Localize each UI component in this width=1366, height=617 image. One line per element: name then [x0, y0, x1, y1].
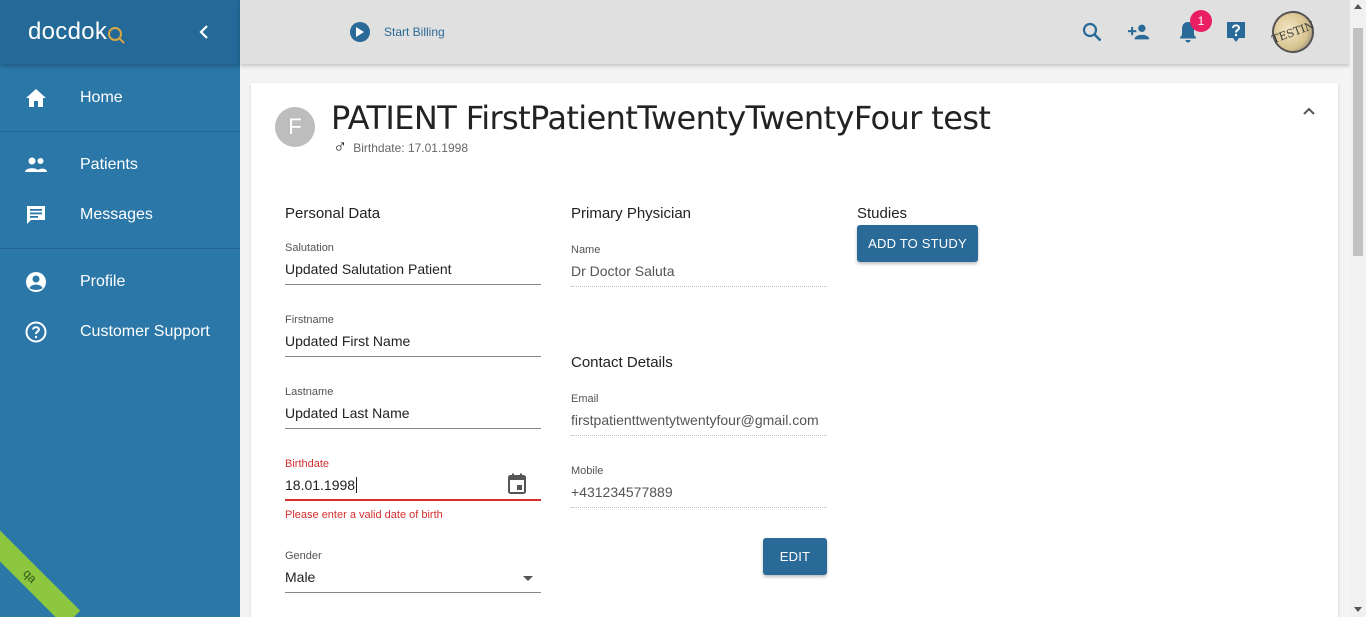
play-icon	[350, 22, 370, 42]
divider	[0, 131, 240, 132]
sidebar-item-label: Customer Support	[80, 323, 210, 340]
birthdate-value: 18.01.1998	[285, 477, 356, 493]
patient-name-title: PATIENT FirstPatientTwentyTwentyFour tes…	[331, 99, 991, 137]
lastname-label: Lastname	[285, 386, 334, 398]
sidebar-item-profile[interactable]: Profile	[0, 257, 240, 307]
logo-magnifier-icon	[108, 27, 123, 41]
contact-details-title: Contact Details	[571, 354, 673, 371]
gender-selected-value: Male	[285, 569, 316, 585]
salutation-field[interactable]: Salutation Updated Salutation Patient	[285, 242, 541, 285]
chevron-up-icon	[1303, 107, 1315, 115]
gender-field[interactable]: Gender Male	[285, 550, 541, 593]
scroll-up-arrow-icon[interactable]	[1354, 4, 1362, 9]
sidebar-item-label: Messages	[80, 206, 153, 223]
start-billing-button[interactable]: Start Billing	[350, 22, 445, 42]
mobile-label: Mobile	[571, 465, 604, 477]
sidebar-header: docdok	[0, 0, 240, 64]
chevron-left-icon	[199, 25, 208, 39]
salutation-label: Salutation	[285, 242, 334, 254]
salutation-input[interactable]: Updated Salutation Patient	[285, 261, 541, 285]
account-circle-icon	[24, 270, 48, 294]
sidebar-item-label: Patients	[80, 156, 138, 173]
divider	[0, 248, 240, 249]
start-billing-label: Start Billing	[384, 25, 445, 39]
add-person-icon[interactable]	[1128, 20, 1152, 44]
dropdown-arrow-icon	[523, 576, 533, 581]
firstname-label: Firstname	[285, 314, 334, 326]
physician-name-value: Dr Doctor Saluta	[571, 263, 827, 287]
birthdate-label: Birthdate	[285, 458, 330, 470]
birthdate-input[interactable]: 18.01.1998	[285, 473, 541, 501]
page-scrollbar[interactable]	[1350, 0, 1366, 617]
topbar: Start Billing 1 TESTIN	[240, 0, 1350, 64]
sidebar-item-label: Home	[80, 89, 123, 106]
patient-birthdate: Birthdate: 17.01.1998	[353, 141, 469, 155]
sidebar-item-messages[interactable]: Messages	[0, 190, 240, 240]
patient-card: F PATIENT FirstPatientTwentyTwentyFour t…	[251, 83, 1338, 617]
sidebar-item-label: Profile	[80, 273, 126, 290]
personal-data-title: Personal Data	[285, 205, 381, 222]
gender-select[interactable]: Male	[285, 569, 541, 593]
help-icon[interactable]	[1224, 20, 1248, 44]
calendar-icon[interactable]	[507, 473, 527, 498]
add-to-study-button[interactable]: ADD TO STUDY	[857, 225, 978, 262]
patient-subtitle: ♂ Birthdate: 17.01.1998	[333, 137, 469, 158]
collapse-sidebar-button[interactable]	[194, 19, 214, 45]
notifications-bell-icon[interactable]: 1	[1176, 10, 1212, 44]
text-caret	[356, 477, 358, 493]
sidebar-item-home[interactable]: Home	[0, 73, 240, 123]
firstname-input[interactable]: Updated First Name	[285, 333, 541, 357]
mobile-value: +431234577889	[571, 484, 827, 508]
sidebar: docdok Home Patients Messages Profile Cu…	[0, 0, 240, 617]
lastname-field[interactable]: Lastname Updated Last Name	[285, 386, 541, 429]
male-gender-icon: ♂	[333, 137, 348, 158]
primary-physician-title: Primary Physician	[571, 205, 692, 222]
search-icon[interactable]	[1080, 20, 1104, 44]
logo-text: docdok	[28, 18, 108, 45]
birthdate-field[interactable]: Birthdate 18.01.1998 Please enter a vali…	[285, 458, 541, 521]
edit-button[interactable]: EDIT	[763, 538, 827, 575]
email-field: Email firstpatienttwentytwentyfour@gmail…	[571, 393, 827, 436]
notification-badge: 1	[1190, 10, 1212, 32]
sidebar-item-patients[interactable]: Patients	[0, 140, 240, 190]
collapse-card-button[interactable]	[1302, 103, 1316, 121]
message-icon	[24, 203, 48, 227]
physician-name-label: Name	[571, 244, 601, 256]
environment-ribbon: qa	[0, 525, 81, 617]
birthdate-error-message: Please enter a valid date of birth	[285, 509, 443, 521]
email-label: Email	[571, 393, 599, 405]
home-icon	[24, 86, 48, 110]
studies-title: Studies	[857, 205, 908, 222]
docdok-logo[interactable]: docdok	[28, 18, 123, 46]
sidebar-item-customer-support[interactable]: Customer Support	[0, 307, 240, 357]
physician-name-field: Name Dr Doctor Saluta	[571, 244, 827, 287]
patient-avatar: F	[275, 107, 315, 147]
scroll-thumb[interactable]	[1353, 28, 1363, 256]
mobile-field: Mobile +431234577889	[571, 465, 827, 508]
scroll-down-arrow-icon[interactable]	[1354, 607, 1362, 612]
gender-label: Gender	[285, 550, 322, 562]
people-icon	[24, 153, 48, 177]
topbar-actions: 1 TESTIN	[1056, 5, 1320, 59]
avatar-text: TESTIN	[1270, 18, 1316, 46]
lastname-input[interactable]: Updated Last Name	[285, 405, 541, 429]
email-value: firstpatienttwentytwentyfour@gmail.com	[571, 412, 827, 436]
user-avatar[interactable]: TESTIN	[1266, 5, 1320, 59]
help-circle-icon	[24, 320, 48, 344]
firstname-field[interactable]: Firstname Updated First Name	[285, 314, 541, 357]
